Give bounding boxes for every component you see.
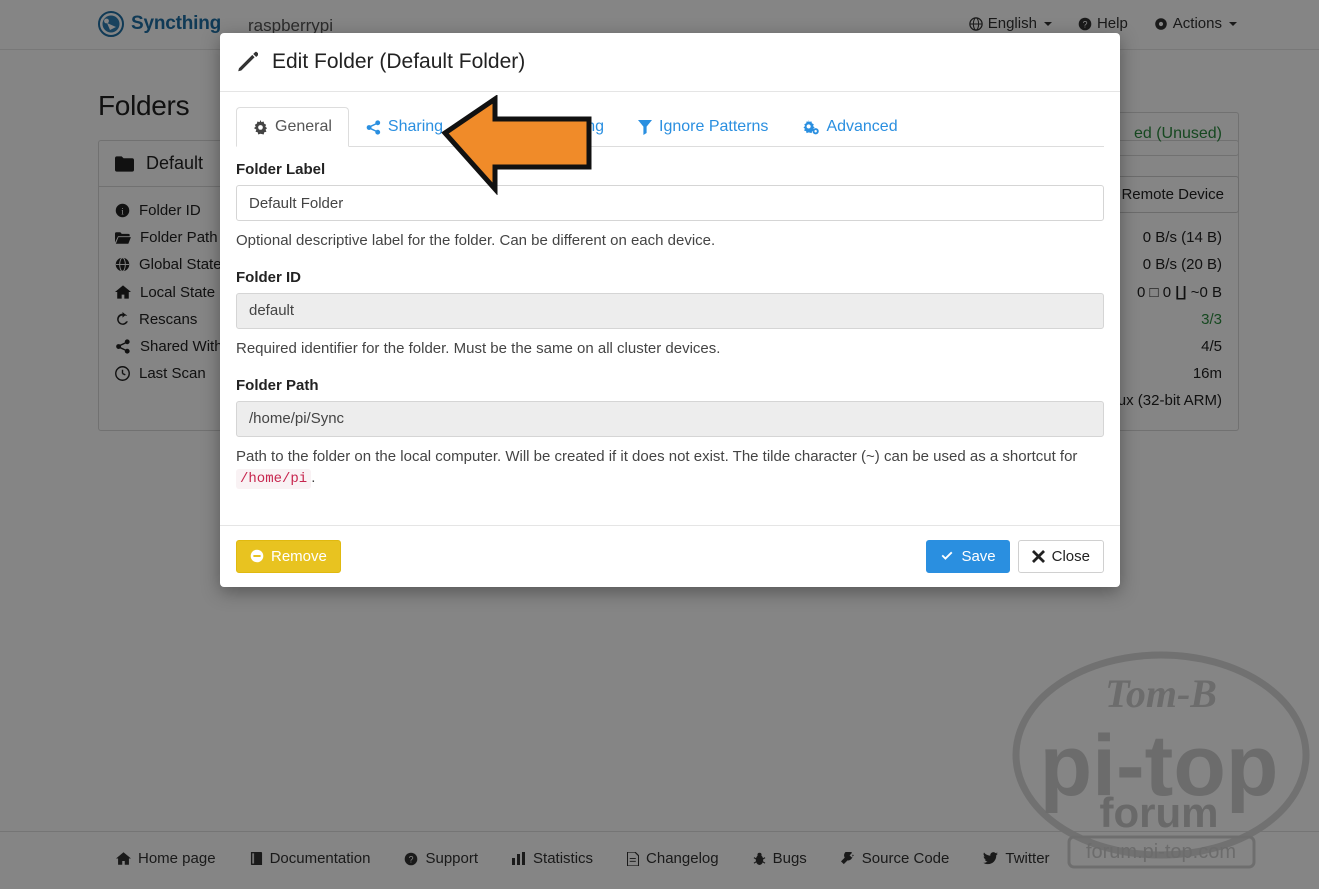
gears-icon bbox=[802, 119, 820, 135]
pencil-icon bbox=[236, 51, 258, 73]
folder-path-help: Path to the folder on the local computer… bbox=[236, 446, 1104, 490]
share-icon bbox=[366, 119, 381, 135]
folder-id-input[interactable] bbox=[236, 292, 1104, 329]
close-icon bbox=[1031, 549, 1045, 563]
folder-id-label: Folder ID bbox=[236, 268, 302, 286]
folder-id-help: Required identifier for the folder. Must… bbox=[236, 339, 721, 357]
tab-advanced[interactable]: Advanced bbox=[785, 107, 914, 147]
modal-body: General Sharing File Versioning Ignore P… bbox=[220, 92, 1120, 525]
remove-button[interactable]: Remove bbox=[236, 539, 341, 573]
close-button[interactable]: Close bbox=[1017, 539, 1104, 573]
tab-label: Sharing bbox=[387, 118, 444, 135]
tab-label: File Versioning bbox=[499, 118, 605, 135]
modal-tabs: General Sharing File Versioning Ignore P… bbox=[236, 107, 1104, 147]
remove-button-label: Remove bbox=[271, 547, 327, 565]
folder-label-input[interactable] bbox=[236, 185, 1104, 221]
tab-general[interactable]: General bbox=[236, 107, 349, 147]
modal-footer: Remove Save Close bbox=[220, 524, 1120, 587]
filter-icon bbox=[638, 119, 653, 135]
folder-label-label: Folder Label bbox=[236, 161, 326, 178]
tab-ignore-patterns[interactable]: Ignore Patterns bbox=[621, 107, 785, 147]
folder-path-label: Folder Path bbox=[236, 376, 319, 394]
tab-label: Advanced bbox=[826, 118, 898, 135]
gear-icon bbox=[253, 119, 268, 135]
save-button[interactable]: Save bbox=[926, 539, 1010, 573]
save-button-label: Save bbox=[961, 547, 996, 565]
tab-file-versioning[interactable]: File Versioning bbox=[460, 107, 621, 147]
general-tab-panel: Folder Label Optional descriptive label … bbox=[236, 147, 1104, 490]
check-icon bbox=[940, 549, 954, 563]
tab-label: Ignore Patterns bbox=[659, 118, 769, 135]
close-button-label: Close bbox=[1051, 547, 1090, 565]
folder-path-help-text: Path to the folder on the local computer… bbox=[236, 447, 1078, 465]
minus-circle-icon bbox=[250, 549, 264, 563]
modal-header: Edit Folder (Default Folder) bbox=[220, 33, 1120, 92]
tab-sharing[interactable]: Sharing bbox=[349, 107, 460, 147]
modal-title: Edit Folder (Default Folder) bbox=[272, 50, 526, 73]
folder-path-help-code: /home/pi bbox=[236, 469, 312, 490]
folder-path-input[interactable] bbox=[236, 400, 1104, 437]
folder-path-help-period: . bbox=[311, 469, 316, 487]
edit-folder-modal: Edit Folder (Default Folder) General Sha… bbox=[220, 33, 1120, 587]
folder-label-help: Optional descriptive label for the folde… bbox=[236, 232, 716, 249]
tab-label: General bbox=[275, 118, 332, 135]
history-icon bbox=[477, 119, 492, 135]
